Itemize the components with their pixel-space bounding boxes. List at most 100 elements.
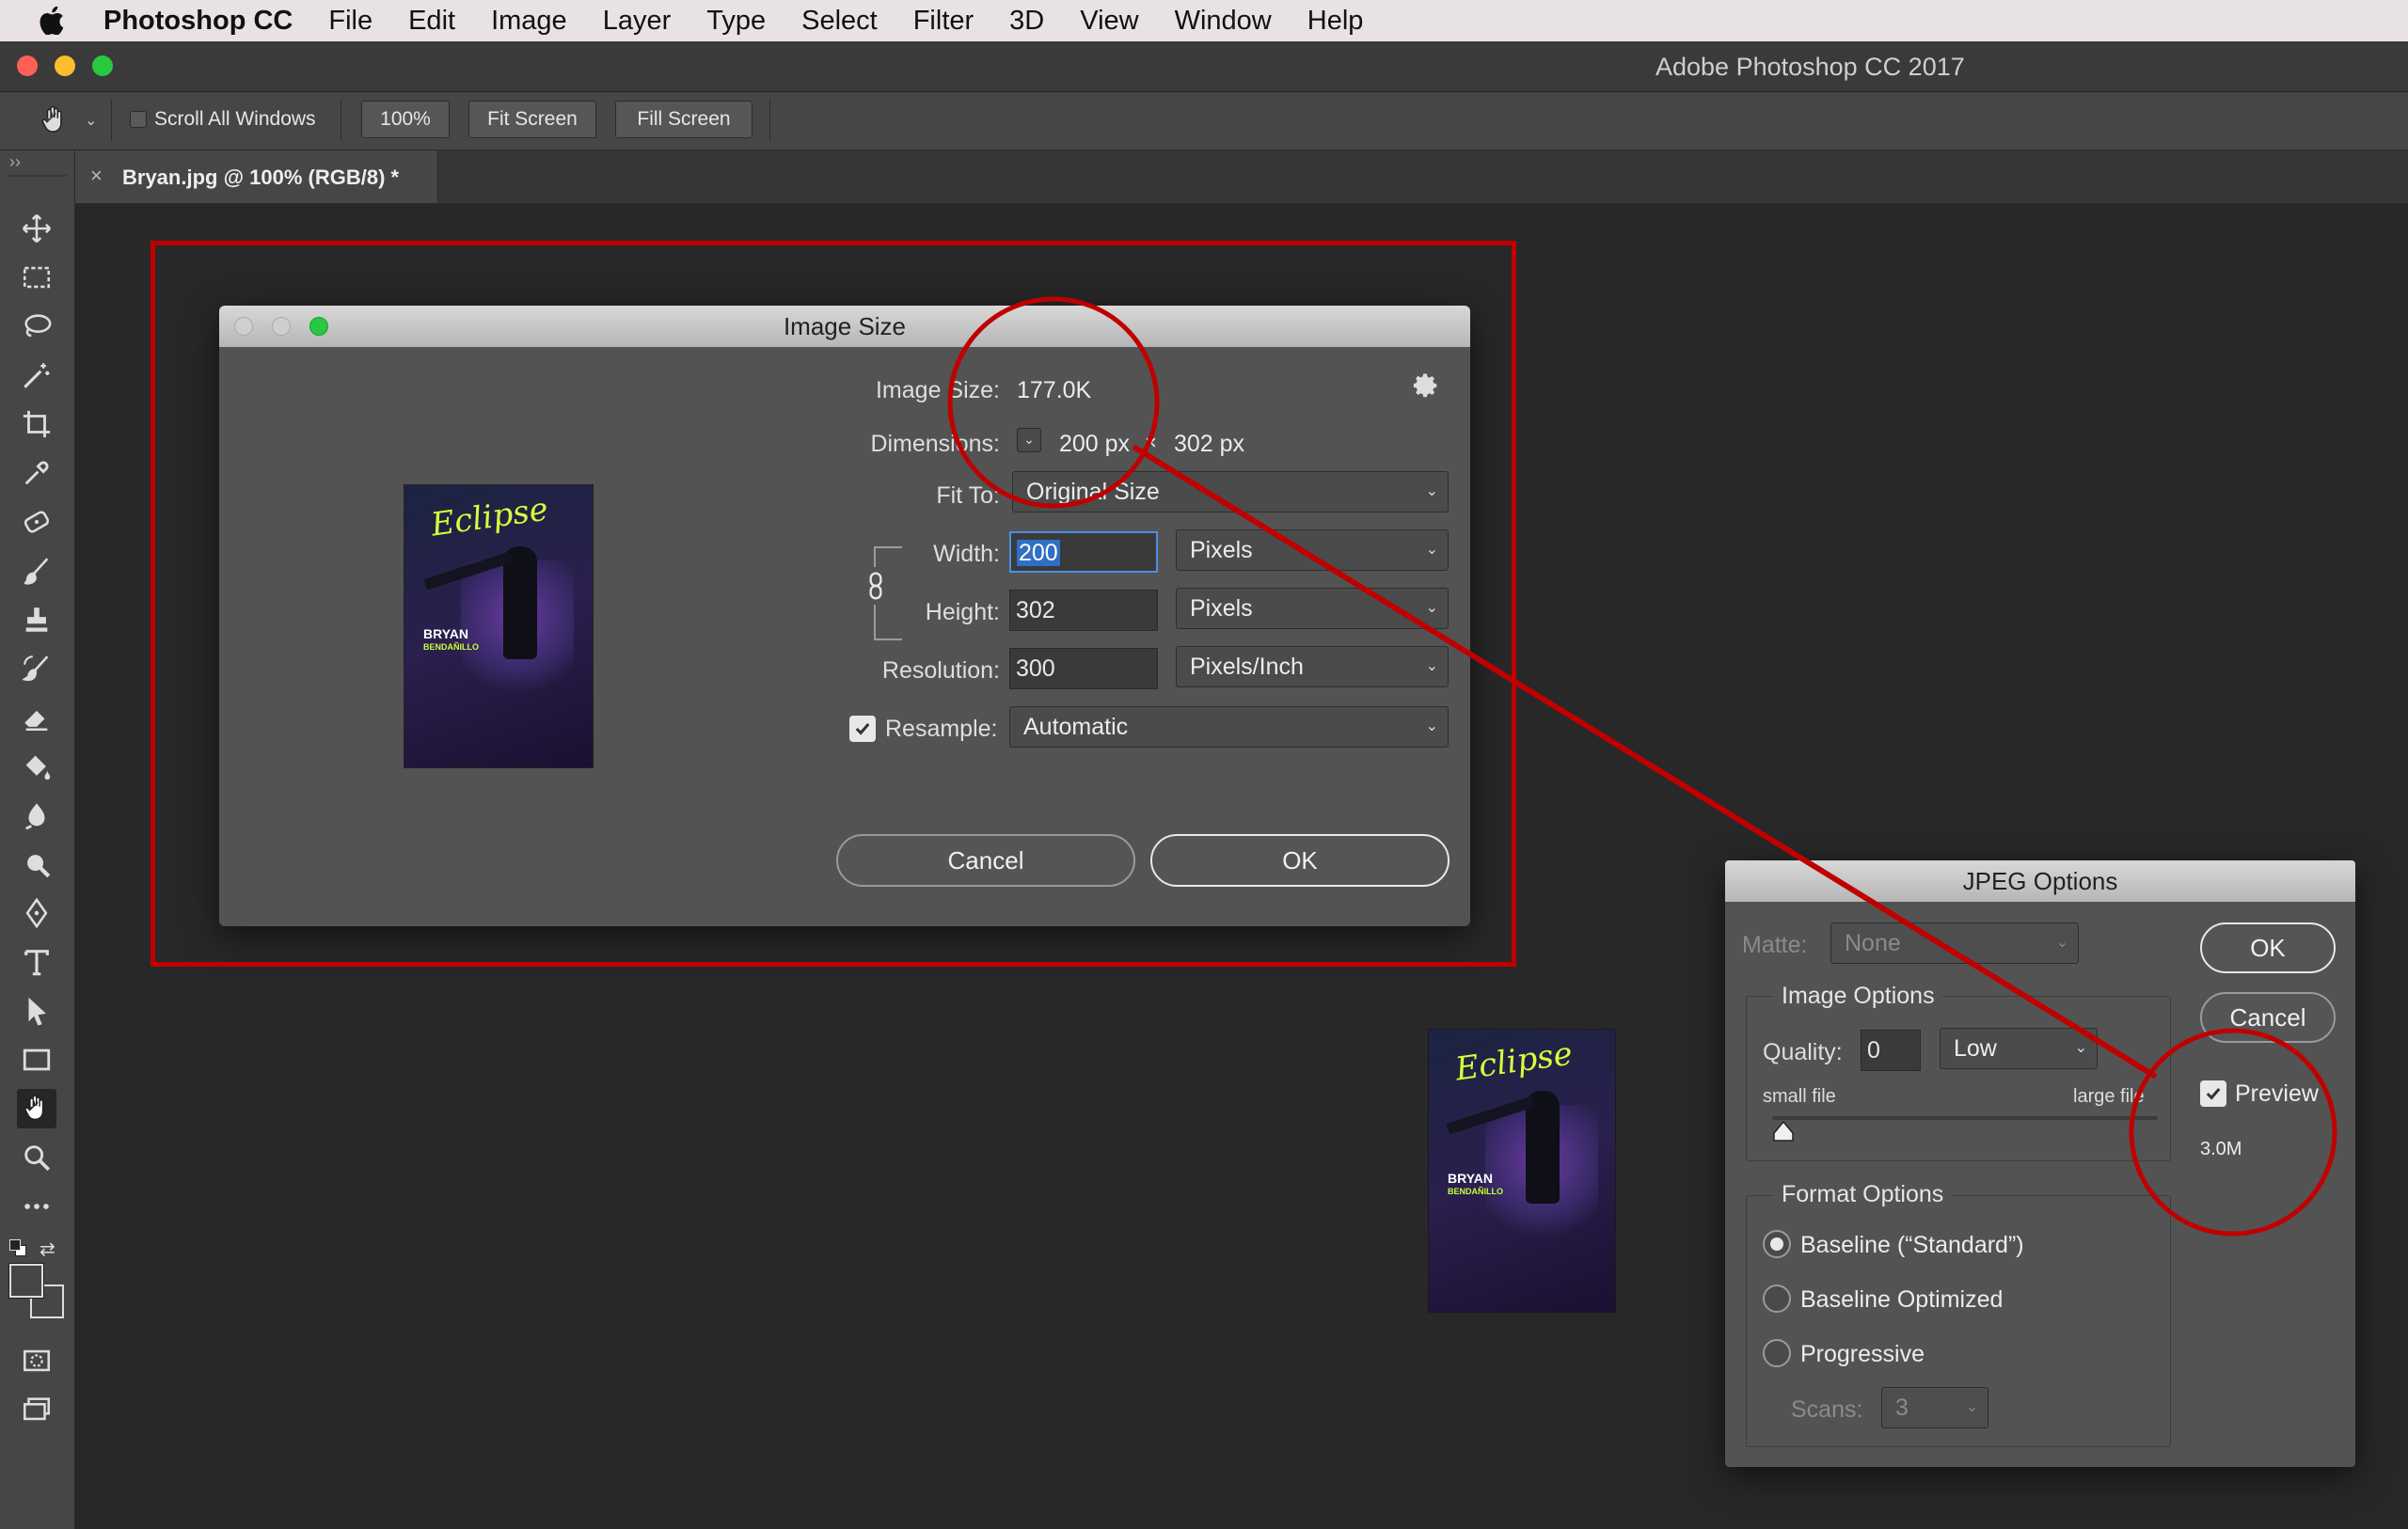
jpeg-ok-button[interactable]: OK xyxy=(2200,922,2336,973)
scroll-all-windows-checkbox[interactable]: Scroll All Windows xyxy=(130,108,316,131)
pen-tool-icon[interactable] xyxy=(17,893,56,933)
chevron-down-icon: ⌄ xyxy=(1965,1399,1978,1415)
dialog-title: JPEG Options xyxy=(1962,867,2118,895)
large-file-label: large file xyxy=(2073,1086,2145,1107)
menu-3d[interactable]: 3D xyxy=(1009,6,1044,37)
color-swatches[interactable] xyxy=(9,1264,66,1320)
blur-tool-icon[interactable] xyxy=(17,796,56,835)
window-title: Adobe Photoshop CC 2017 xyxy=(1656,53,1965,81)
progressive-label: Progressive xyxy=(1800,1341,1925,1367)
hand-icon xyxy=(41,105,62,133)
image-options-group xyxy=(1746,996,2171,1161)
magic-wand-tool-icon[interactable] xyxy=(17,355,56,395)
quick-mask-icon[interactable] xyxy=(17,1341,56,1380)
zoom-tool-icon[interactable] xyxy=(17,1138,56,1177)
file-size-value: 3.0M xyxy=(2200,1139,2242,1159)
baseline-optimized-radio[interactable] xyxy=(1763,1285,1791,1313)
fit-screen-button[interactable]: Fit Screen xyxy=(468,101,596,138)
fill-screen-button[interactable]: Fill Screen xyxy=(615,101,752,138)
separator xyxy=(111,100,112,141)
jpeg-cancel-button[interactable]: Cancel xyxy=(2200,992,2336,1043)
more-tools-icon[interactable] xyxy=(17,1187,56,1226)
scroll-all-windows-label: Scroll All Windows xyxy=(154,108,316,130)
close-tab-icon[interactable]: × xyxy=(90,164,103,188)
rectangle-tool-icon[interactable] xyxy=(17,1040,56,1080)
options-bar: ⌄ Scroll All Windows 100% Fit Screen Fil… xyxy=(0,92,2408,150)
scans-label: Scans: xyxy=(1791,1396,1863,1423)
close-window-button[interactable] xyxy=(17,55,38,76)
checkmark-icon xyxy=(2206,1088,2221,1100)
chevron-down-icon: ⌄ xyxy=(85,113,98,129)
apple-icon[interactable] xyxy=(0,0,103,41)
foreground-color-swatch[interactable] xyxy=(9,1264,43,1298)
quality-slider-track[interactable] xyxy=(1772,1116,2158,1120)
chevron-down-icon: ⌄ xyxy=(2074,1040,2087,1056)
menu-bar: Photoshop CC File Edit Image Layer Type … xyxy=(0,0,2408,41)
scans-value: 3 xyxy=(1895,1395,1909,1421)
menu-layer[interactable]: Layer xyxy=(603,6,672,37)
baseline-standard-radio[interactable] xyxy=(1763,1230,1791,1258)
matte-label: Matte: xyxy=(1742,932,1808,958)
menu-view[interactable]: View xyxy=(1080,6,1138,37)
menu-select[interactable]: Select xyxy=(801,6,878,37)
jpeg-options-title-bar: JPEG Options xyxy=(1725,860,2355,902)
matte-value: None xyxy=(1845,930,1901,956)
swap-colors-icon[interactable]: ⇄ xyxy=(40,1237,55,1261)
zoom-window-button[interactable] xyxy=(92,55,113,76)
history-brush-tool-icon[interactable] xyxy=(17,649,56,688)
clone-stamp-tool-icon[interactable] xyxy=(17,600,56,639)
checkbox-box[interactable] xyxy=(130,111,147,128)
menu-window[interactable]: Window xyxy=(1175,6,1272,37)
path-selection-tool-icon[interactable] xyxy=(17,991,56,1031)
panel-grip xyxy=(8,175,68,177)
tool-preset-picker[interactable]: ⌄ xyxy=(38,103,97,137)
zoom-100-button[interactable]: 100% xyxy=(361,101,450,138)
tools-panel: ›› ⇄ xyxy=(0,150,75,1529)
menu-file[interactable]: File xyxy=(328,6,372,37)
scans-select[interactable]: 3 ⌄ xyxy=(1881,1387,1988,1428)
eyedropper-tool-icon[interactable] xyxy=(17,453,56,493)
move-tool-icon[interactable] xyxy=(17,209,56,248)
expand-panel-icon[interactable]: ›› xyxy=(9,152,21,172)
jpeg-options-dialog: JPEG Options Matte: None ⌄ OK Cancel Pre… xyxy=(1725,860,2355,1467)
crop-tool-icon[interactable] xyxy=(17,404,56,444)
quality-preset-value: Low xyxy=(1954,1035,1997,1062)
hand-tool-icon[interactable] xyxy=(17,1089,56,1128)
preview-label: Preview xyxy=(2235,1080,2319,1107)
baseline-optimized-label: Baseline Optimized xyxy=(1800,1286,2004,1313)
dodge-tool-icon[interactable] xyxy=(17,844,56,884)
quality-slider-thumb[interactable] xyxy=(1772,1120,1795,1147)
marquee-tool-icon[interactable] xyxy=(17,258,56,297)
window-title-bar: Adobe Photoshop CC 2017 xyxy=(0,41,2408,92)
type-tool-icon[interactable] xyxy=(17,942,56,982)
menu-edit[interactable]: Edit xyxy=(408,6,455,37)
document-tab-label: Bryan.jpg @ 100% (RGB/8) * xyxy=(122,166,400,189)
quality-input[interactable]: 0 xyxy=(1861,1030,1921,1071)
menu-filter[interactable]: Filter xyxy=(913,6,974,37)
brush-tool-icon[interactable] xyxy=(17,551,56,591)
progressive-radio[interactable] xyxy=(1763,1339,1791,1367)
baseline-standard-label: Baseline (“Standard”) xyxy=(1800,1232,2024,1258)
document-canvas-image: Eclipse BRYAN BENDAÑILLO xyxy=(1428,1029,1616,1313)
screen-mode-icon[interactable] xyxy=(17,1390,56,1429)
matte-select[interactable]: None ⌄ xyxy=(1830,922,2079,964)
format-options-legend: Format Options xyxy=(1774,1181,1952,1208)
eraser-tool-icon[interactable] xyxy=(17,698,56,737)
menu-type[interactable]: Type xyxy=(706,6,766,37)
menu-app-name[interactable]: Photoshop CC xyxy=(103,6,293,37)
quality-preset-select[interactable]: Low ⌄ xyxy=(1940,1028,2098,1069)
separator xyxy=(769,100,770,141)
image-options-legend: Image Options xyxy=(1774,983,1942,1010)
menu-help[interactable]: Help xyxy=(1307,6,1364,37)
quality-label: Quality: xyxy=(1763,1039,1843,1065)
document-tab-bar: × Bryan.jpg @ 100% (RGB/8) * xyxy=(75,150,2408,203)
paint-bucket-tool-icon[interactable] xyxy=(17,747,56,786)
small-file-label: small file xyxy=(1763,1086,1836,1107)
preview-checkbox[interactable] xyxy=(2200,1080,2226,1107)
minimize-window-button[interactable] xyxy=(55,55,75,76)
lasso-tool-icon[interactable] xyxy=(17,307,56,346)
document-tab[interactable]: × Bryan.jpg @ 100% (RGB/8) * xyxy=(75,150,438,203)
menu-image[interactable]: Image xyxy=(491,6,567,37)
healing-brush-tool-icon[interactable] xyxy=(17,502,56,542)
default-colors-icon[interactable] xyxy=(9,1239,26,1256)
